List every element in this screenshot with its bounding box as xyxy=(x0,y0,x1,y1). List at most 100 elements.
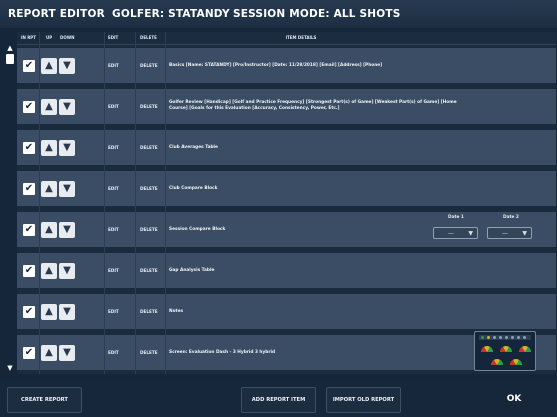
column-divider xyxy=(165,32,166,374)
item-details: Club Averages Table xyxy=(169,145,218,150)
report-items-table: IN RPT UP DOWN EDIT DELETE ITEM DETAILS … xyxy=(17,32,556,374)
date2-dropdown[interactable]: — ▼ xyxy=(487,227,532,239)
item-details: Club Compare Block xyxy=(169,186,218,191)
move-down-button[interactable]: ▼ xyxy=(59,222,75,238)
edit-button[interactable]: EDIT xyxy=(108,268,119,273)
chevron-down-icon: ▼ xyxy=(468,230,473,237)
delete-button[interactable]: DELETE xyxy=(140,268,158,273)
edit-button[interactable]: EDIT xyxy=(108,145,119,150)
scroll-down-icon[interactable]: ▼ xyxy=(5,364,15,372)
move-down-button[interactable]: ▼ xyxy=(59,304,75,320)
include-checkbox[interactable]: ✔ xyxy=(23,142,35,154)
edit-button[interactable]: EDIT xyxy=(108,309,119,314)
include-checkbox[interactable]: ✔ xyxy=(23,347,35,359)
indicator-dot xyxy=(499,336,502,339)
include-checkbox[interactable]: ✔ xyxy=(23,183,35,195)
column-divider xyxy=(39,32,40,374)
delete-button[interactable]: DELETE xyxy=(140,63,158,68)
thumbnail-indicator-strip xyxy=(479,335,531,340)
gauge-icon xyxy=(510,359,522,365)
include-checkbox[interactable]: ✔ xyxy=(23,306,35,318)
date2-value: — xyxy=(502,230,508,237)
move-up-button[interactable]: ▲ xyxy=(41,304,57,320)
gauge-icon xyxy=(500,346,512,352)
delete-button[interactable]: DELETE xyxy=(140,186,158,191)
move-down-button[interactable]: ▼ xyxy=(59,58,75,74)
move-down-button[interactable]: ▼ xyxy=(59,140,75,156)
item-details: Basics [Name: STATANDY] [Pro/Instructor]… xyxy=(169,63,383,68)
edit-button[interactable]: EDIT xyxy=(108,227,119,232)
date1-dropdown[interactable]: — ▼ xyxy=(433,227,478,239)
item-details: Gap Analysis Table xyxy=(169,268,215,273)
move-down-button[interactable]: ▼ xyxy=(59,99,75,115)
add-report-item-button[interactable]: ADD REPORT ITEM xyxy=(241,387,316,413)
import-old-report-button[interactable]: IMPORT OLD REPORT xyxy=(326,387,401,413)
move-up-button[interactable]: ▲ xyxy=(41,345,57,361)
delete-button[interactable]: DELETE xyxy=(140,104,158,109)
edit-button[interactable]: EDIT xyxy=(108,350,119,355)
delete-button[interactable]: DELETE xyxy=(140,309,158,314)
evaluation-dash-thumbnail xyxy=(474,331,536,371)
create-report-button[interactable]: CREATE REPORT xyxy=(7,387,82,413)
col-up: UP xyxy=(46,35,53,40)
indicator-dot xyxy=(511,336,514,339)
delete-button[interactable]: DELETE xyxy=(140,227,158,232)
scroll-up-icon[interactable]: ▲ xyxy=(5,44,15,52)
delete-button[interactable]: DELETE xyxy=(140,350,158,355)
col-delete: DELETE xyxy=(140,35,157,40)
move-down-button[interactable]: ▼ xyxy=(59,345,75,361)
include-checkbox[interactable]: ✔ xyxy=(23,60,35,72)
indicator-dot xyxy=(505,336,508,339)
move-up-button[interactable]: ▲ xyxy=(41,263,57,279)
item-details: Notes xyxy=(169,309,184,314)
move-up-button[interactable]: ▲ xyxy=(41,58,57,74)
indicator-dot xyxy=(493,336,496,339)
col-in-rpt: IN RPT xyxy=(21,35,36,40)
gauge-icon xyxy=(519,346,531,352)
edit-button[interactable]: EDIT xyxy=(108,186,119,191)
bottom-toolbar: CREATE REPORT ADD REPORT ITEM IMPORT OLD… xyxy=(0,379,557,417)
table-row: ✔ ▲ ▼ EDIT DELETE Notes xyxy=(17,294,556,329)
scroll-thumb[interactable] xyxy=(6,54,14,64)
indicator-dot xyxy=(523,336,526,339)
title-bar: REPORT EDITOR GOLFER: STATANDY SESSION M… xyxy=(0,0,557,28)
column-divider xyxy=(135,32,136,374)
edit-button[interactable]: EDIT xyxy=(108,104,119,109)
col-edit: EDIT xyxy=(108,35,119,40)
table-header: IN RPT UP DOWN EDIT DELETE ITEM DETAILS xyxy=(17,32,556,44)
move-up-button[interactable]: ▲ xyxy=(41,140,57,156)
date1-value: — xyxy=(448,230,454,237)
move-down-button[interactable]: ▼ xyxy=(59,263,75,279)
table-row: ✔ ▲ ▼ EDIT DELETE Session Compare Block … xyxy=(17,212,556,247)
move-up-button[interactable]: ▲ xyxy=(41,222,57,238)
session-mode-label: SESSION MODE: ALL SHOTS xyxy=(233,8,401,20)
chevron-down-icon: ▼ xyxy=(522,230,527,237)
table-row: ✔ ▲ ▼ EDIT DELETE Club Averages Table xyxy=(17,130,556,165)
edit-button[interactable]: EDIT xyxy=(108,63,119,68)
date1-label: Date 1 xyxy=(448,215,464,220)
gauge-icon xyxy=(491,359,503,365)
report-editor-title: REPORT EDITOR xyxy=(8,8,105,20)
item-details: Screen: Evaluation Dash - 3 Hybrid 3 hyb… xyxy=(169,350,276,355)
include-checkbox[interactable]: ✔ xyxy=(23,224,35,236)
move-up-button[interactable]: ▲ xyxy=(41,99,57,115)
item-details: Golfer Review [Handicap] [Golf and Pract… xyxy=(169,100,457,111)
move-up-button[interactable]: ▲ xyxy=(41,181,57,197)
include-checkbox[interactable]: ✔ xyxy=(23,101,35,113)
indicator-dot xyxy=(517,336,520,339)
indicator-dot xyxy=(487,336,490,339)
table-row: ✔ ▲ ▼ EDIT DELETE Club Compare Block xyxy=(17,171,556,206)
move-down-button[interactable]: ▼ xyxy=(59,181,75,197)
col-down: DOWN xyxy=(60,35,75,40)
header-divider xyxy=(17,44,556,45)
table-row: ✔ ▲ ▼ EDIT DELETE Golfer Review [Handica… xyxy=(17,89,556,124)
scrollbar[interactable]: ▲ ▼ xyxy=(5,44,15,372)
date2-label: Date 2 xyxy=(503,215,519,220)
delete-button[interactable]: DELETE xyxy=(140,145,158,150)
col-item-details: ITEM DETAILS xyxy=(285,35,317,40)
golfer-label: GOLFER: STATANDY xyxy=(112,8,230,20)
ok-button[interactable]: OK xyxy=(500,394,528,406)
table-row: ✔ ▲ ▼ EDIT DELETE Gap Analysis Table xyxy=(17,253,556,288)
column-divider xyxy=(104,32,105,374)
include-checkbox[interactable]: ✔ xyxy=(23,265,35,277)
